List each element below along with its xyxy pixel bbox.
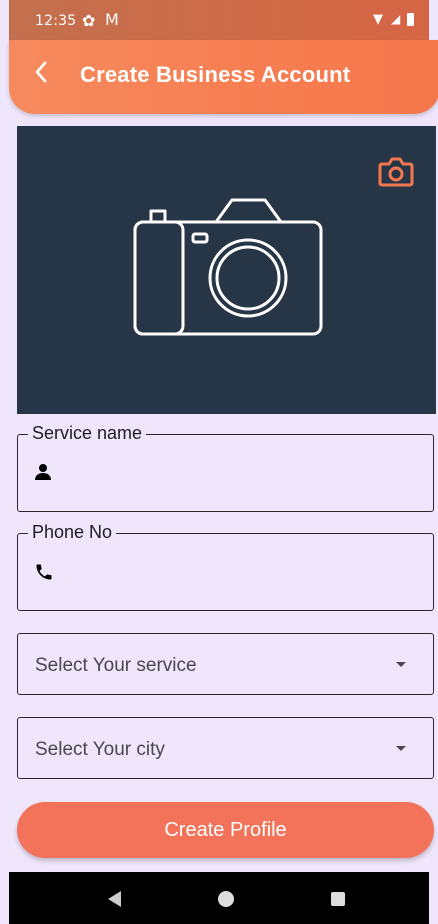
create-profile-button[interactable]: Create Profile bbox=[17, 802, 434, 858]
service-name-input[interactable] bbox=[66, 455, 410, 487]
phone-input[interactable] bbox=[66, 554, 410, 586]
service-name-label: Service name bbox=[28, 422, 147, 444]
phone-label: Phone No bbox=[28, 521, 117, 543]
city-select[interactable]: Select Your city bbox=[17, 717, 434, 779]
recents-icon[interactable] bbox=[331, 892, 345, 906]
person-icon bbox=[34, 463, 52, 486]
status-bar: 12:35 ✿ M ▼ ◢ bbox=[9, 0, 429, 40]
signal-icon: ◢ bbox=[391, 12, 401, 26]
camera-placeholder-icon bbox=[129, 194, 329, 339]
gear-icon: ✿ bbox=[82, 11, 96, 30]
app-bar: Create Business Account bbox=[9, 40, 438, 114]
system-nav-bar bbox=[9, 872, 429, 924]
phone-icon bbox=[34, 562, 54, 587]
camera-icon[interactable] bbox=[376, 154, 416, 190]
service-name-field[interactable]: Service name bbox=[17, 422, 434, 512]
phone-field[interactable]: Phone No bbox=[17, 521, 434, 611]
profile-photo-area[interactable] bbox=[17, 126, 436, 414]
city-select-placeholder: Select Your city bbox=[35, 739, 165, 760]
status-time: 12:35 bbox=[35, 13, 77, 29]
dropdown-caret-icon bbox=[396, 746, 406, 751]
service-select[interactable]: Select Your service bbox=[17, 633, 434, 695]
battery-icon bbox=[407, 13, 414, 26]
home-icon[interactable] bbox=[218, 891, 234, 907]
wifi-icon: ▼ bbox=[373, 12, 383, 27]
dropdown-caret-icon bbox=[396, 662, 406, 667]
service-select-placeholder: Select Your service bbox=[35, 655, 197, 676]
gmail-icon: M bbox=[105, 10, 119, 29]
back-arrow-icon[interactable] bbox=[34, 60, 48, 90]
page-title: Create Business Account bbox=[80, 62, 351, 87]
back-icon[interactable] bbox=[108, 891, 121, 907]
